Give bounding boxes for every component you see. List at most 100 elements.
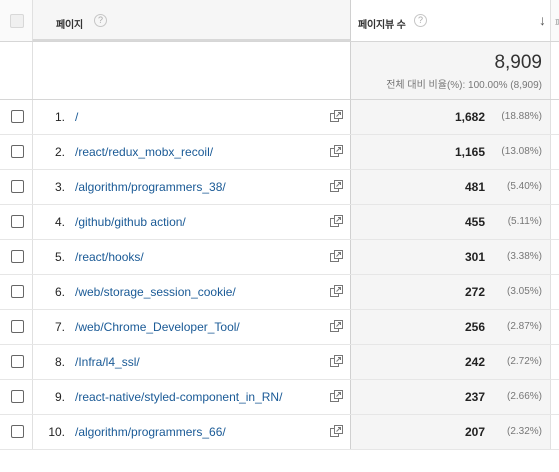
table-row: 6. /web/storage_session_cookie/ 272 (3.0…: [0, 275, 559, 310]
row-page-cell: 2. /react/redux_mobx_recoil/: [33, 135, 351, 169]
page-column-header[interactable]: 페이지 ?: [33, 0, 351, 41]
page-link[interactable]: /github/github action/: [75, 215, 186, 229]
total-pageviews: 8,909: [494, 52, 542, 73]
row-pageviews: 301: [464, 250, 485, 264]
row-pageviews: 272: [464, 285, 485, 299]
row-metric-cell: 237 (2.66%): [351, 380, 551, 414]
totals-check-cell: [0, 42, 33, 99]
row-percentage: (5.40%): [506, 181, 542, 192]
row-pageviews: 237: [464, 390, 485, 404]
row-page-cell: 10. /algorithm/programmers_66/: [33, 415, 351, 449]
row-percentage: (3.38%): [506, 251, 542, 262]
row-page-cell: 9. /react-native/styled-component_in_RN/: [33, 380, 351, 414]
row-percentage: (5.11%): [507, 216, 542, 227]
table-row: 8. /Infra/l4_ssl/ 242 (2.72%): [0, 345, 559, 380]
row-rank: 1.: [54, 110, 65, 124]
row-rank: 7.: [54, 320, 65, 334]
row-rank: 10.: [48, 425, 65, 439]
pageviews-column-label: 페이지뷰 수: [358, 20, 406, 31]
row-check-cell: [0, 380, 33, 414]
page-link[interactable]: /react-native/styled-component_in_RN/: [75, 390, 282, 404]
open-in-new-window-icon[interactable]: [330, 110, 343, 123]
row-pageviews: 455: [464, 215, 485, 229]
table-row: 7. /web/Chrome_Developer_Tool/ 256 (2.87…: [0, 310, 559, 345]
table-row: 4. /github/github action/ 455 (5.11%): [0, 205, 559, 240]
open-in-new-window-icon[interactable]: [330, 355, 343, 368]
next-column-header[interactable]: 페: [551, 0, 559, 41]
next-column-label: 페: [555, 16, 559, 29]
row-metric-cell: 455 (5.11%): [351, 205, 551, 239]
totals-row: 8,909 전체 대비 비율(%): 100.00% (8,909): [0, 42, 559, 100]
table-header: 페이지 ? 페이지뷰 수 ? ↓ 페: [0, 0, 559, 42]
row-check-cell: [0, 170, 33, 204]
open-in-new-window-icon[interactable]: [330, 320, 343, 333]
row-rank: 8.: [54, 355, 65, 369]
row-checkbox[interactable]: [11, 390, 24, 403]
table-row: 1. / 1,682 (18.88%): [0, 100, 559, 135]
open-in-new-window-icon[interactable]: [330, 180, 343, 193]
row-checkbox[interactable]: [11, 180, 24, 193]
help-circle-icon[interactable]: ?: [414, 14, 427, 27]
row-percentage: (2.66%): [506, 391, 542, 402]
row-check-cell: [0, 415, 33, 449]
table-row: 10. /algorithm/programmers_66/ 207 (2.32…: [0, 415, 559, 450]
select-all-checkbox[interactable]: [10, 14, 24, 28]
row-page-cell: 5. /react/hooks/: [33, 240, 351, 274]
row-metric-cell: 1,165 (13.08%): [351, 135, 551, 169]
open-in-new-window-icon[interactable]: [330, 285, 343, 298]
row-checkbox[interactable]: [11, 110, 24, 123]
open-in-new-window-icon[interactable]: [330, 215, 343, 228]
row-metric-cell: 242 (2.72%): [351, 345, 551, 379]
row-metric-cell: 301 (3.38%): [351, 240, 551, 274]
open-in-new-window-icon[interactable]: [330, 250, 343, 263]
row-check-cell: [0, 310, 33, 344]
open-in-new-window-icon[interactable]: [330, 390, 343, 403]
table-row: 2. /react/redux_mobx_recoil/ 1,165 (13.0…: [0, 135, 559, 170]
help-circle-icon[interactable]: ?: [94, 14, 107, 27]
row-checkbox[interactable]: [11, 145, 24, 158]
row-checkbox[interactable]: [11, 215, 24, 228]
row-checkbox[interactable]: [11, 425, 24, 438]
page-link[interactable]: /: [75, 110, 78, 124]
row-rank: 2.: [54, 145, 65, 159]
row-checkbox[interactable]: [11, 250, 24, 263]
row-rank: 3.: [54, 180, 65, 194]
row-metric-cell: 256 (2.87%): [351, 310, 551, 344]
page-link[interactable]: /web/Chrome_Developer_Tool/: [75, 320, 240, 334]
row-pageviews: 1,682: [454, 110, 485, 124]
page-link[interactable]: /Infra/l4_ssl/: [75, 355, 140, 369]
open-in-new-window-icon[interactable]: [330, 145, 343, 158]
row-page-cell: 6. /web/storage_session_cookie/: [33, 275, 351, 309]
row-pageviews: 242: [464, 355, 485, 369]
row-metric-cell: 272 (3.05%): [351, 275, 551, 309]
row-check-cell: [0, 345, 33, 379]
totals-page-cell: [33, 42, 351, 99]
row-metric-cell: 1,682 (18.88%): [351, 100, 551, 134]
row-percentage: (18.88%): [501, 111, 542, 122]
row-metric-cell: 207 (2.32%): [351, 415, 551, 449]
page-link[interactable]: /algorithm/programmers_66/: [75, 425, 226, 439]
page-link[interactable]: /react/redux_mobx_recoil/: [75, 145, 213, 159]
page-link[interactable]: /web/storage_session_cookie/: [75, 285, 236, 299]
row-checkbox[interactable]: [11, 285, 24, 298]
row-metric-cell: 481 (5.40%): [351, 170, 551, 204]
row-percentage: (2.72%): [506, 356, 542, 367]
row-page-cell: 7. /web/Chrome_Developer_Tool/: [33, 310, 351, 344]
page-link[interactable]: /react/hooks/: [75, 250, 144, 264]
sort-descending-icon[interactable]: ↓: [539, 12, 546, 28]
row-page-cell: 4. /github/github action/: [33, 205, 351, 239]
row-percentage: (2.32%): [506, 426, 542, 437]
row-checkbox[interactable]: [11, 320, 24, 333]
row-check-cell: [0, 205, 33, 239]
table-row: 5. /react/hooks/ 301 (3.38%): [0, 240, 559, 275]
open-in-new-window-icon[interactable]: [330, 425, 343, 438]
row-pageviews: 1,165: [454, 145, 485, 159]
row-page-cell: 1. /: [33, 100, 351, 134]
row-checkbox[interactable]: [11, 355, 24, 368]
row-rank: 4.: [54, 215, 65, 229]
table-row: 9. /react-native/styled-component_in_RN/…: [0, 380, 559, 415]
row-check-cell: [0, 135, 33, 169]
row-check-cell: [0, 240, 33, 274]
page-link[interactable]: /algorithm/programmers_38/: [75, 180, 226, 194]
pageviews-column-header[interactable]: 페이지뷰 수 ? ↓: [351, 0, 551, 41]
